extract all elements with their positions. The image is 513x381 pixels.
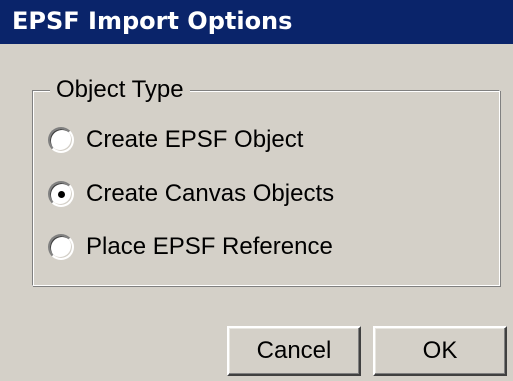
radio-button-selected-icon[interactable] [48, 181, 74, 207]
cancel-button[interactable]: Cancel [227, 326, 361, 376]
radio-dot-icon [58, 191, 65, 198]
dialog-title: EPSF Import Options [12, 7, 293, 35]
radio-create-canvas-objects[interactable]: Create Canvas Objects [48, 176, 334, 212]
radio-button-icon[interactable] [48, 127, 74, 153]
radio-place-epsf-reference[interactable]: Place EPSF Reference [48, 229, 333, 265]
object-type-legend: Object Type [50, 74, 190, 106]
radio-label: Create EPSF Object [86, 126, 304, 153]
radio-create-epsf-object[interactable]: Create EPSF Object [48, 122, 303, 158]
epsf-import-dialog: EPSF Import Options Object Type Create E… [0, 0, 513, 381]
title-bar[interactable]: EPSF Import Options [0, 0, 513, 44]
radio-button-icon[interactable] [48, 234, 74, 260]
radio-label: Place EPSF Reference [86, 233, 333, 260]
radio-label: Create Canvas Objects [86, 180, 335, 207]
ok-button[interactable]: OK [373, 326, 507, 376]
